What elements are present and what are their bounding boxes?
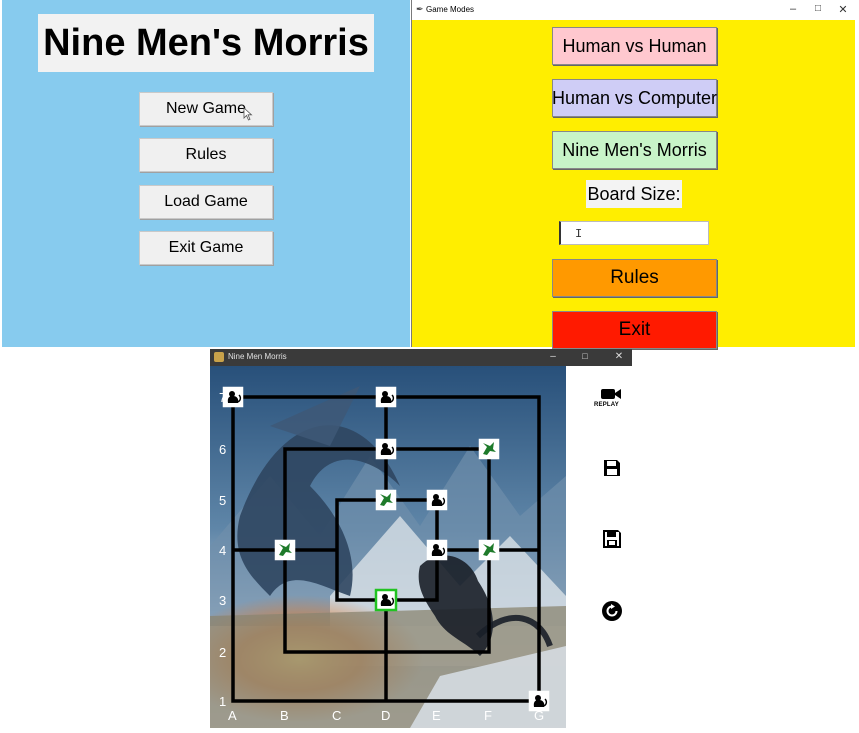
column-label: F xyxy=(484,708,492,723)
game-board-window: Nine Men Morris – □ ✕ 1 2 3 4 5 6 7 A B … xyxy=(210,349,632,733)
minimize-button[interactable]: – xyxy=(785,3,801,15)
game-modes-window: ✒ Game Modes – □ ✕ Human vs Human Human … xyxy=(411,0,855,349)
save-button[interactable] xyxy=(598,454,626,482)
game-piece-black[interactable] xyxy=(426,539,448,561)
game-board[interactable]: 1234567A B C D E F G xyxy=(210,366,566,728)
game-piece-black[interactable] xyxy=(426,489,448,511)
column-label: E xyxy=(432,708,441,723)
game-piece-green[interactable] xyxy=(478,539,500,561)
floppy-disk-outline-icon xyxy=(603,530,621,548)
row-label: 2 xyxy=(219,645,226,660)
maximize-button[interactable]: □ xyxy=(810,3,826,14)
minimize-button[interactable]: – xyxy=(546,351,560,362)
column-label: B xyxy=(280,708,289,723)
dragon-artwork-background xyxy=(210,366,566,728)
game-piece-green[interactable] xyxy=(274,539,296,561)
nine-mens-morris-button[interactable]: Nine Men's Morris xyxy=(552,131,717,169)
load-game-button[interactable]: Load Game xyxy=(139,185,273,219)
human-vs-human-button[interactable]: Human vs Human xyxy=(552,27,717,65)
human-vs-computer-button[interactable]: Human vs Computer xyxy=(552,79,717,117)
rules-button[interactable]: Rules xyxy=(552,259,717,297)
window-titlebar: Nine Men Morris – □ ✕ xyxy=(210,349,632,366)
window-titlebar: ✒ Game Modes – □ ✕ xyxy=(412,0,855,20)
row-label: 5 xyxy=(219,493,226,508)
exit-game-button[interactable]: Exit Game xyxy=(139,231,273,265)
window-title: Game Modes xyxy=(426,5,475,14)
close-button[interactable]: ✕ xyxy=(835,3,851,16)
game-piece-black[interactable] xyxy=(375,386,397,408)
column-label: A xyxy=(228,708,237,723)
feather-icon: ✒ xyxy=(416,4,424,14)
video-camera-icon xyxy=(601,389,621,399)
close-button[interactable]: ✕ xyxy=(612,351,626,362)
mouse-pointer-icon xyxy=(243,107,253,121)
exit-button[interactable]: Exit xyxy=(552,311,717,349)
rules-button[interactable]: Rules xyxy=(139,138,273,172)
game-piece-black[interactable] xyxy=(374,588,398,612)
refresh-circle-icon xyxy=(602,601,622,621)
board-size-input[interactable] xyxy=(559,221,709,245)
board-size-label: Board Size: xyxy=(586,180,682,208)
row-label: 6 xyxy=(219,442,226,457)
app-icon xyxy=(214,352,224,362)
game-title: Nine Men's Morris xyxy=(38,14,374,72)
row-label: 4 xyxy=(219,543,226,558)
row-label: 1 xyxy=(219,694,226,709)
row-label: 3 xyxy=(219,593,226,608)
window-title: Nine Men Morris xyxy=(228,352,287,361)
column-label: D xyxy=(381,708,390,723)
save-as-button[interactable] xyxy=(598,525,626,553)
game-piece-black[interactable] xyxy=(528,690,550,712)
main-menu-window: Nine Men's Morris New Game Rules Load Ga… xyxy=(2,0,410,347)
replay-label: REPLAY xyxy=(594,402,619,408)
reset-button[interactable] xyxy=(598,597,626,625)
game-piece-black[interactable] xyxy=(375,438,397,460)
floppy-disk-icon xyxy=(604,460,620,476)
column-label: C xyxy=(332,708,341,723)
game-piece-green[interactable] xyxy=(375,489,397,511)
game-piece-black[interactable] xyxy=(222,386,244,408)
game-piece-green[interactable] xyxy=(478,438,500,460)
maximize-button[interactable]: □ xyxy=(578,351,592,361)
